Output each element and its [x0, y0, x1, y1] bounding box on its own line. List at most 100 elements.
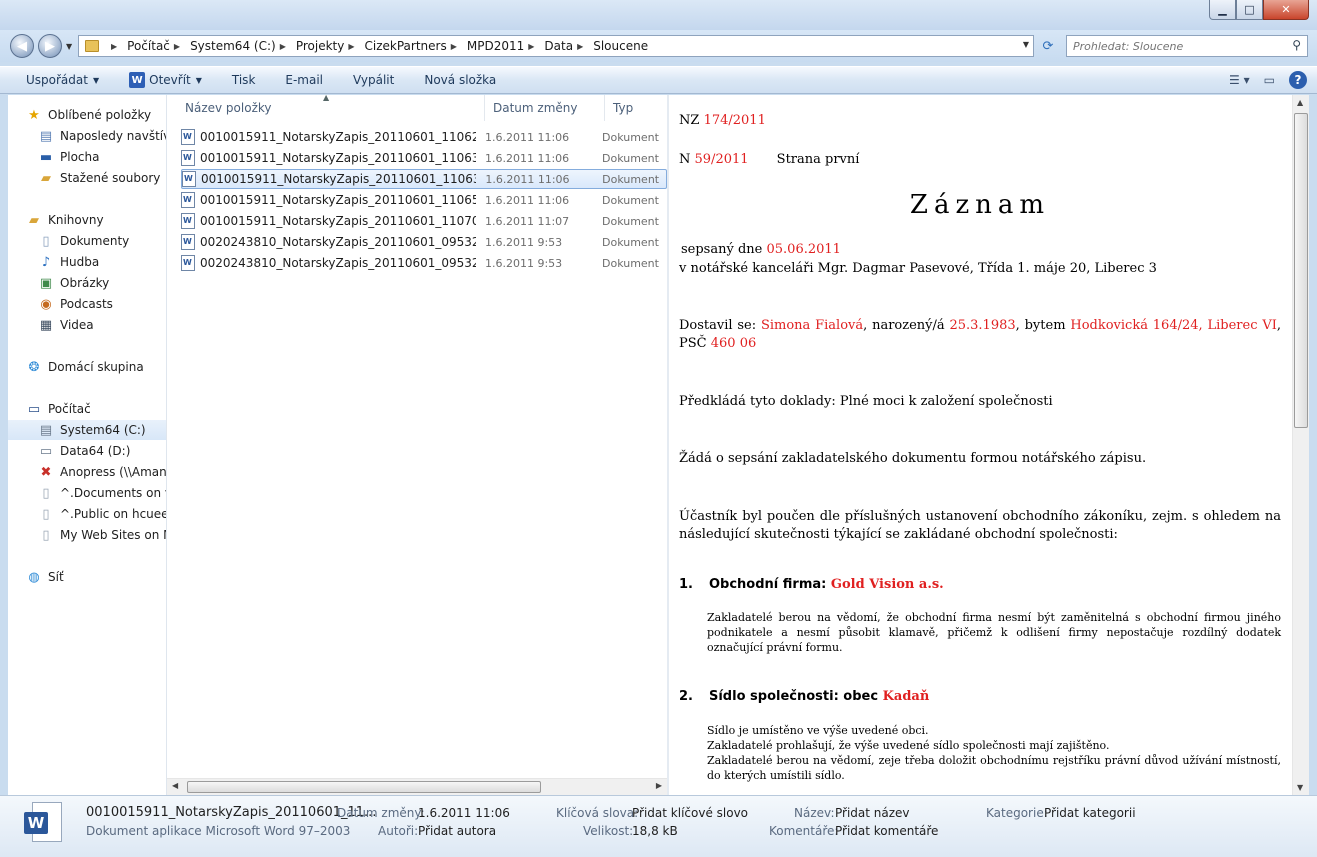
instructed-paragraph: Účastník byl poučen dle příslušných usta… [679, 509, 1281, 542]
nav-network-documents[interactable]: ▯^.Documents on vf9 [38, 483, 166, 503]
breadcrumb-projekty[interactable]: Projekty ▶ [294, 39, 363, 53]
scrollbar-thumb[interactable] [187, 781, 541, 793]
nav-documents[interactable]: ▯ Dokumenty [38, 231, 166, 251]
breadcrumb-sloucene[interactable]: Sloucene [591, 39, 650, 53]
system-drive-icon: ▤ [39, 422, 53, 438]
search-icon[interactable]: ⚲ [1292, 38, 1301, 52]
desktop-icon: ▬ [39, 149, 53, 165]
breadcrumb-arrow-icon[interactable]: ▶ [573, 42, 589, 51]
nav-recent[interactable]: ▤Naposledy navštívené [38, 126, 166, 146]
breadcrumb-data[interactable]: Data ▶ [542, 39, 591, 53]
blank-page-icon: ▯ [42, 527, 50, 543]
word-document-icon [182, 171, 196, 187]
nav-computer[interactable]: ▭ Počítač [26, 399, 166, 419]
breadcrumb-arrow-icon[interactable]: ▶ [524, 42, 540, 51]
breadcrumb-arrow-icon[interactable]: ▶ [447, 42, 463, 51]
details-category[interactable]: Přidat kategorii [1044, 806, 1136, 820]
recent-pages-dropdown-icon[interactable]: ▼ [66, 42, 72, 51]
back-button[interactable]: ◀ [10, 34, 34, 58]
breadcrumb-system64[interactable]: System64 (C:) ▶ [188, 39, 294, 53]
details-author[interactable]: Přidat autora [418, 824, 496, 838]
downloads-folder-icon: ▰ [41, 170, 51, 186]
breadcrumb-arrow-icon[interactable]: ▶ [344, 42, 360, 51]
help-icon[interactable]: ? [1289, 71, 1307, 89]
breadcrumb-arrow-icon[interactable]: ▶ [276, 42, 292, 51]
details-comments[interactable]: Přidat komentáře [835, 824, 938, 838]
search-input[interactable] [1073, 39, 1273, 53]
podcast-icon: ◉ [40, 296, 52, 312]
word-document-icon [181, 129, 195, 145]
breadcrumb-mpd2011[interactable]: MPD2011 ▶ [465, 39, 543, 53]
nav-network[interactable]: ◍ Síť [26, 567, 166, 587]
file-row[interactable]: 0010015911_NotarskyZapis_20110601_110624… [181, 127, 667, 147]
file-row-selected[interactable]: 0010015911_NotarskyZapis_20110601_110633… [181, 169, 667, 189]
search-box[interactable]: ⚲ [1066, 35, 1308, 57]
details-keywords[interactable]: Přidat klíčové slovo [632, 806, 748, 820]
written-line: sepsaný dne 05.06.2011 [681, 242, 841, 257]
preview-vertical-scrollbar[interactable]: ▲ ▼ [1292, 95, 1309, 795]
address-bar[interactable]: ▶ Počítač ▶ System64 (C:) ▶ Projekty ▶ Cize… [78, 35, 1034, 57]
command-bar: Uspořádat ▼ W Otevřít ▼ Tisk E-mail Vypáli… [0, 66, 1317, 94]
nav-podcasts[interactable]: ◉ Podcasts [38, 294, 166, 314]
email-button[interactable]: E-mail [285, 73, 353, 87]
file-row[interactable]: 0020243810_NotarskyZapis_20110601_095329… [181, 253, 667, 273]
open-button[interactable]: W Otevřít ▼ [129, 72, 232, 88]
details-title[interactable]: Přidat název [835, 806, 910, 820]
section-2-heading: 2. Sídlo společnosti: obec Kadaň [679, 689, 930, 704]
nav-homegroup[interactable]: ❂ Domácí skupina [26, 357, 166, 377]
close-button[interactable]: ✕ [1263, 0, 1309, 20]
breadcrumb-computer[interactable]: Počítač ▶ [125, 39, 188, 53]
scroll-right-icon[interactable]: ▶ [656, 781, 662, 790]
burn-button[interactable]: Vypálit [353, 73, 424, 87]
recent-places-icon: ▤ [39, 128, 53, 144]
pictures-icon: ▣ [39, 275, 53, 291]
chevron-down-icon: ▼ [92, 75, 100, 85]
scroll-up-icon[interactable]: ▲ [1297, 98, 1303, 107]
file-row[interactable]: 0010015911_NotarskyZapis_20110601_110700… [181, 211, 667, 231]
drive-icon: ▭ [39, 443, 53, 459]
address-dropdown-icon[interactable]: ▼ [1023, 40, 1029, 49]
section-1-heading: 1. Obchodní firma: Gold Vision a.s. [679, 577, 944, 592]
word-icon: W [129, 72, 146, 88]
nav-drive-c[interactable]: ▤ System64 (C:) [8, 420, 166, 440]
column-date[interactable]: Datum změny [485, 95, 605, 121]
print-button[interactable]: Tisk [232, 73, 286, 87]
file-row[interactable]: 0010015911_NotarskyZapis_20110601_110631… [181, 148, 667, 168]
column-name[interactable]: Název položky ▲ [167, 95, 485, 121]
breadcrumb-arrow-icon[interactable]: ▶ [107, 42, 123, 51]
refresh-button[interactable]: ⟳ [1038, 36, 1058, 56]
file-list: Název položky ▲ Datum změny Typ 00100159… [167, 95, 667, 795]
column-type[interactable]: Typ [605, 95, 667, 121]
breadcrumb-arrow-icon[interactable]: ▶ [170, 42, 186, 51]
nav-music[interactable]: ♪ Hudba [38, 252, 166, 272]
nav-videos[interactable]: ▦ Videa [38, 315, 166, 335]
nav-network-websites[interactable]: ▯My Web Sites on MSN [38, 525, 166, 545]
horizontal-scrollbar[interactable]: ◀ ▶ [167, 778, 667, 795]
nav-network-drive-anopress[interactable]: ✖Anopress (\\Amanda) [38, 462, 166, 482]
office-line: v notářské kanceláři Mgr. Dagmar Pasevov… [679, 261, 1157, 276]
view-options-icon[interactable]: ☰ ▾ [1229, 73, 1250, 87]
nav-pictures[interactable]: ▣ Obrázky [38, 273, 166, 293]
new-folder-button[interactable]: Nová složka [424, 73, 512, 87]
nav-desktop[interactable]: ▬ Plocha [38, 147, 166, 167]
file-row[interactable]: 0010015911_NotarskyZapis_20110601_110655… [181, 190, 667, 210]
nav-drive-d[interactable]: ▭ Data64 (D:) [38, 441, 166, 461]
forward-arrow-icon: ▶ [45, 38, 55, 54]
forward-button[interactable]: ▶ [38, 34, 62, 58]
nav-downloads[interactable]: ▰ Stažené soubory [38, 168, 166, 188]
nav-libraries[interactable]: ▰ Knihovny [26, 210, 166, 230]
details-pane: W 0010015911_NotarskyZapis_20110601_11..… [0, 795, 1317, 857]
scroll-left-icon[interactable]: ◀ [172, 781, 178, 790]
preview-pane-icon[interactable]: ▭ [1264, 73, 1275, 87]
scroll-down-icon[interactable]: ▼ [1297, 783, 1303, 792]
title-bar: ▁ □ ✕ [0, 0, 1317, 30]
organize-button[interactable]: Uspořádat ▼ [0, 73, 129, 87]
breadcrumb-cizekpartners[interactable]: CizekPartners ▶ [363, 39, 465, 53]
minimize-button[interactable]: ▁ [1209, 0, 1236, 20]
file-row[interactable]: 0020243810_NotarskyZapis_20110601_095325… [181, 232, 667, 252]
maximize-button[interactable]: □ [1236, 0, 1263, 20]
request-line: Žádá o sepsání zakladatelského dokumentu… [679, 451, 1147, 466]
nav-network-public[interactable]: ▯^.Public on hcueei.c [38, 504, 166, 524]
scrollbar-thumb[interactable] [1294, 113, 1308, 428]
nav-favorites[interactable]: ★ Oblíbené položky [26, 105, 166, 125]
